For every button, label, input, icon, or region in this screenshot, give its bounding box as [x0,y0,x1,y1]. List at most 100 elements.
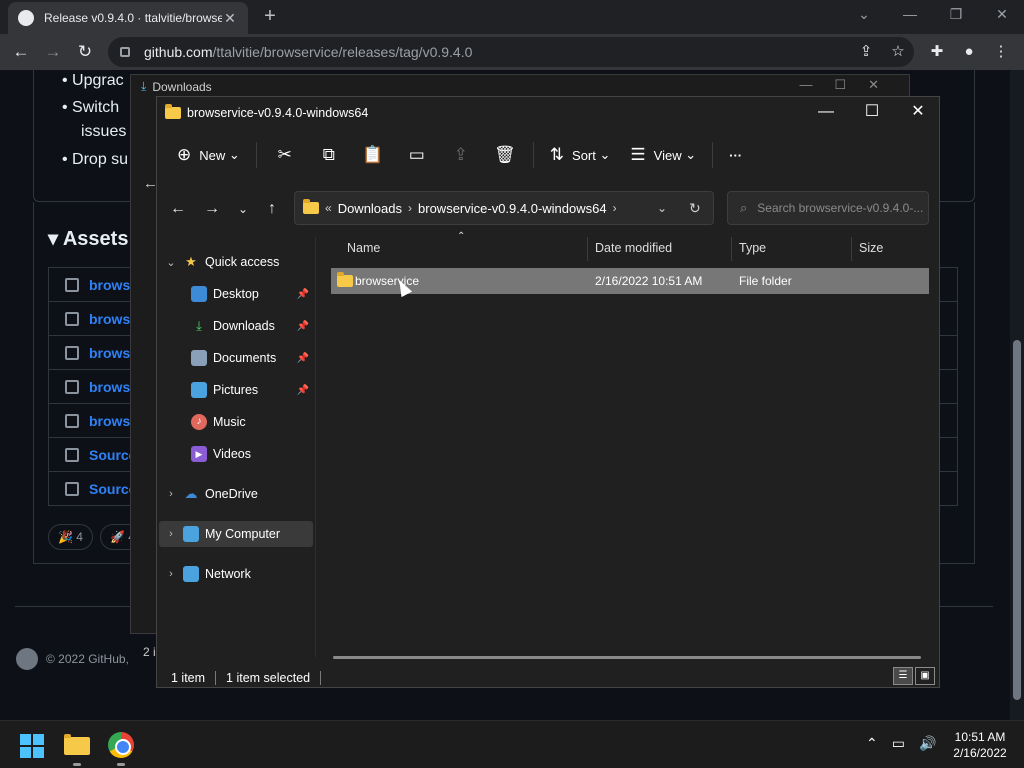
package-icon [65,379,79,394]
profile-icon[interactable]: ● [958,41,980,63]
share-icon[interactable]: ⇪ [855,41,877,63]
downloads-window-controls[interactable]: —☐✕ [799,77,901,93]
address-bar[interactable]: github.com /ttalvitie/browservice/releas… [108,37,914,67]
lock-icon [120,47,130,57]
address-row: ← → ⌄ ↑ « Downloads › browservice-v0.9.4… [157,191,939,227]
page-scrollbar[interactable] [1010,70,1024,720]
breadcrumb-current-folder[interactable]: browservice-v0.9.4.0-windows64 [418,201,607,216]
column-name[interactable]: Name [347,241,380,255]
explorer-window[interactable]: browservice-v0.9.4.0-windows64 — ☐ ✕ ⊕ Ne… [156,96,940,688]
share-icon[interactable]: ⇪ [439,145,483,165]
view-list-icon: ☰ [630,145,646,164]
column-date-modified[interactable]: Date modified [595,241,672,255]
reaction-badge[interactable]: 🎉 4 [48,524,93,550]
reload-button[interactable]: ↻ [72,40,98,64]
taskbar-clock[interactable]: 10:51 AM 2/16/2022 [940,729,1020,761]
chrome-toolbar: ← → ↻ github.com /ttalvitie/browservice/… [0,34,1024,70]
assets-heading[interactable]: ▾ Assets [48,226,128,251]
column-separator[interactable] [851,237,852,261]
chrome-menu-icon[interactable]: ⋮ [990,41,1012,63]
browser-tab[interactable]: Release v0.9.4.0 · ttalvitie/browse ✕ [8,2,248,34]
divider [255,142,257,168]
sort-button[interactable]: ⇅ Sort ⌄ [540,139,621,171]
refresh-icon[interactable]: ↻ [689,200,701,217]
clock-time: 10:51 AM [954,730,1006,744]
forward-button[interactable]: → [40,40,66,64]
pane-divider[interactable] [315,237,316,657]
minimize-button[interactable]: — [896,6,924,26]
horizontal-scrollbar[interactable] [333,656,921,659]
rename-icon[interactable]: ▭ [395,145,439,165]
breadcrumb-downloads[interactable]: Downloads [338,201,402,216]
release-note-bullet: • Upgrac [62,72,124,89]
tab-close-icon[interactable]: ✕ [222,10,238,27]
bookmark-star-icon[interactable]: ☆ [887,41,909,63]
view-button[interactable]: ☰ View ⌄ [620,139,706,171]
column-size[interactable]: Size [859,241,883,255]
delete-icon[interactable]: 🗑 [483,145,527,165]
search-input[interactable]: ⌕ Search browservice-v0.9.4.0-... [727,191,929,225]
taskbar: ⌃▭🔊 10:51 AM 2/16/2022 [0,720,1024,768]
nav-desktop[interactable]: Desktop 📌 [159,281,313,307]
divider [320,671,322,685]
close-window-button[interactable]: ✕ [895,97,941,127]
back-button[interactable]: ← [8,40,34,64]
column-separator[interactable] [587,237,588,261]
nav-documents[interactable]: Documents 📌 [159,345,313,371]
cut-icon[interactable]: ✂ [263,145,307,165]
desktop-icon [191,286,207,302]
details-view-icon[interactable]: ☰ [893,667,913,685]
nav-quick-access[interactable]: ⌄ ★ Quick access [159,249,313,275]
explorer-address-bar[interactable]: « Downloads › browservice-v0.9.4.0-windo… [294,191,714,225]
chevron-right-icon: › [612,201,617,215]
extensions-icon[interactable]: ✚ [926,41,948,63]
maximize-button[interactable]: ☐ [849,97,895,127]
running-indicator [117,763,125,766]
running-indicator [73,763,81,766]
chevron-down-icon[interactable]: ⌄ [657,201,667,215]
column-separator[interactable] [731,237,732,261]
package-icon [65,345,79,360]
nav-music[interactable]: ♪ Music [159,409,313,435]
nav-onedrive[interactable]: › ☁ OneDrive [159,481,313,507]
column-type[interactable]: Type [739,241,766,255]
star-icon: ★ [185,254,197,269]
folder-icon [165,104,181,119]
command-bar: ⊕ New ⌄ ✂ ⧉ 📋 ▭ ⇪ 🗑 ⇅ Sort ⌄ ☰ View ⌄ ··· [157,133,939,177]
close-browser-button[interactable]: ✕ [988,6,1016,26]
downloads-window-title: ⤓ Downloads [141,79,212,94]
new-button[interactable]: ⊕ New ⌄ [167,139,250,171]
recent-locations-icon[interactable]: ⌄ [228,195,258,223]
scrollbar-thumb[interactable] [1013,340,1021,700]
file-date: 2/16/2022 10:51 AM [595,274,703,288]
file-row[interactable]: browservice 2/16/2022 10:51 AM File fold… [331,268,929,294]
nav-downloads[interactable]: ⤓ Downloads 📌 [159,313,313,339]
plus-circle-icon: ⊕ [177,145,192,164]
forward-arrow-icon[interactable]: → [197,195,227,223]
more-options-button[interactable]: ··· [719,139,752,171]
file-explorer-taskbar-icon[interactable] [64,733,90,757]
system-tray[interactable]: ⌃▭🔊 [866,735,950,752]
github-footer: © 2022 GitHub, [16,648,129,670]
nav-network[interactable]: › Network [159,561,313,587]
status-bar: 1 item 1 item selected [171,669,931,687]
chrome-taskbar-icon[interactable] [108,732,134,758]
network-icon [183,566,199,582]
tiles-view-icon[interactable]: ▣ [915,667,935,685]
copy-icon[interactable]: ⧉ [307,145,351,165]
minimize-button[interactable]: — [803,97,849,127]
package-icon [65,277,79,292]
nav-videos[interactable]: ▶ Videos [159,441,313,467]
nav-pictures[interactable]: Pictures 📌 [159,377,313,403]
paste-icon[interactable]: 📋 [351,145,395,165]
restore-button[interactable]: ❐ [942,6,970,26]
tab-search-icon[interactable]: ⌄ [850,6,878,26]
back-arrow-icon[interactable]: ← [163,195,193,223]
nav-my-computer[interactable]: › My Computer [159,521,313,547]
selection-count: 1 item selected [226,671,311,685]
file-zip-icon [65,447,79,462]
up-arrow-icon[interactable]: ↑ [257,195,287,223]
new-tab-button[interactable]: + [258,6,282,28]
start-button[interactable] [20,734,44,758]
pictures-icon [191,382,207,398]
